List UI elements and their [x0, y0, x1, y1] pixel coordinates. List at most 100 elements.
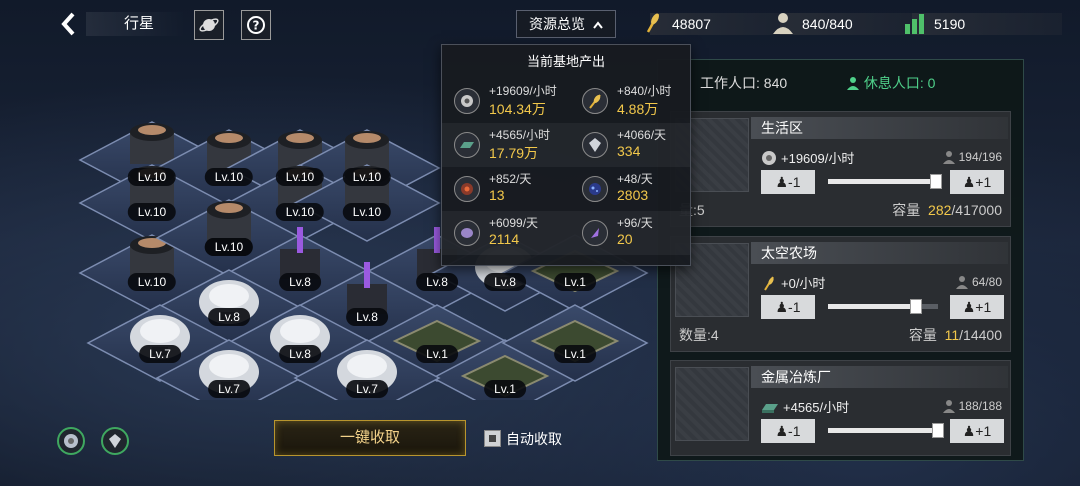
production-total: 13 — [489, 187, 505, 203]
building-level-label: Lv.1 — [484, 380, 526, 398]
worker-plus-icon: ♟ — [962, 174, 976, 190]
remove-worker-button[interactable]: ♟-1 — [761, 295, 815, 319]
planet-button[interactable] — [194, 10, 224, 40]
crystal-icon — [582, 132, 608, 158]
worker-icon — [955, 276, 968, 289]
chevron-up-icon — [593, 21, 603, 29]
building-sprite[interactable] — [130, 123, 174, 164]
add-worker-button[interactable]: ♟+1 — [950, 170, 1004, 194]
back-button[interactable] — [56, 10, 80, 38]
resource-overview-button[interactable]: 资源总览 — [516, 10, 616, 38]
facility-output: +4565/小时 — [761, 397, 849, 416]
page-title: 行星 — [86, 12, 186, 36]
worker-plus-icon: ♟ — [962, 423, 976, 439]
building-level-label: Lv.10 — [127, 168, 177, 186]
auto-collect-checkbox[interactable] — [484, 430, 501, 447]
minus-label: -1 — [788, 299, 801, 315]
worker-slider-thumb[interactable] — [932, 423, 944, 438]
building-level-label: Lv.10 — [127, 273, 177, 291]
top-bar: 行星 ? 资源总览 48807 840/840 5190 — [0, 0, 1080, 48]
building-level-label: Lv.10 — [275, 168, 325, 186]
chevron-left-icon — [61, 12, 75, 36]
add-worker-button[interactable]: ♟+1 — [950, 419, 1004, 443]
energy-value: 48807 — [672, 16, 711, 32]
capacity-max: /14400 — [959, 327, 1002, 343]
planet-icon — [199, 18, 219, 32]
building-level-label: Lv.7 — [139, 345, 181, 363]
metal-ore-icon — [64, 434, 78, 448]
production-rate: +4565/小时 — [489, 128, 551, 142]
building-level-label: Lv.10 — [342, 168, 392, 186]
worker-slider[interactable] — [828, 423, 944, 438]
production-total: 17.79万 — [489, 145, 539, 161]
production-rate: +840/小时 — [617, 84, 672, 98]
production-rate: +48/天 — [617, 172, 653, 186]
plus-label: +1 — [975, 299, 992, 315]
minus-label: -1 — [788, 174, 801, 190]
facility-card-living[interactable]: 生活区 +19609/小时 194/196 ♟-1 ♟+1 量:5 容量 282… — [670, 111, 1011, 227]
facility-name: 金属冶炼厂 — [751, 366, 1008, 388]
wheat-icon — [582, 88, 608, 114]
production-item: +96/天 20 — [570, 211, 694, 255]
boost-ore-button[interactable] — [57, 427, 85, 455]
capacity-current: 11 — [944, 327, 960, 343]
building-level-label: Lv.10 — [204, 168, 254, 186]
plus-label: +1 — [975, 174, 992, 190]
production-total: 2114 — [489, 231, 520, 247]
add-worker-button[interactable]: ♟+1 — [950, 295, 1004, 319]
facility-name: 太空农场 — [751, 242, 1008, 264]
resting-population: 休息人口: 0 — [846, 73, 935, 93]
worker-icon — [942, 400, 955, 413]
worker-slider-thumb[interactable] — [929, 174, 942, 189]
building-level-label: Lv.7 — [208, 380, 250, 398]
metal-ore-icon — [762, 150, 776, 165]
production-total: 104.34万 — [489, 101, 546, 117]
remove-worker-button[interactable]: ♟-1 — [761, 170, 815, 194]
question-icon: ? — [247, 16, 265, 34]
production-item: +840/小时 4.88万 — [570, 79, 694, 123]
wheat-icon — [646, 13, 660, 33]
collect-all-button[interactable]: 一键收取 — [274, 420, 466, 456]
wheat-icon — [764, 275, 774, 291]
bar-chart-icon — [905, 14, 924, 34]
alloy-ingot-icon — [762, 403, 778, 413]
facility-workers: 194/196 — [942, 150, 1002, 164]
building-level-label: Lv.8 — [416, 273, 458, 291]
building-sprite[interactable] — [207, 201, 251, 242]
building-level-label: Lv.8 — [346, 308, 388, 326]
worker-slider-fill — [828, 179, 936, 184]
building-level-label: Lv.8 — [279, 273, 321, 291]
alloy-ingot-icon — [454, 132, 480, 158]
resting-population-text: 休息人口: 0 — [863, 75, 936, 91]
remove-worker-button[interactable]: ♟-1 — [761, 419, 815, 443]
production-row: +19609/小时 104.34万 +840/小时 4.88万 — [442, 79, 690, 123]
facility-card-farm[interactable]: 太空农场 +0/小时 64/80 ♟-1 ♟+1 数量:4 容量 11/1440… — [670, 236, 1011, 352]
production-item: +6099/天 2114 — [442, 211, 566, 255]
building-level-label: Lv.8 — [484, 273, 526, 291]
production-total: 20 — [617, 231, 633, 247]
building-level-label: Lv.8 — [279, 345, 321, 363]
production-total: 4.88万 — [617, 101, 659, 117]
production-rate: +19609/小时 — [489, 84, 557, 98]
facility-workers: 188/188 — [942, 399, 1002, 413]
worker-slider[interactable] — [828, 299, 938, 314]
help-button[interactable]: ? — [241, 10, 271, 40]
facility-capacity: 容量 282/417000 — [892, 200, 1002, 220]
production-popup-title: 当前基地产出 — [526, 54, 605, 69]
worker-slider[interactable] — [828, 174, 942, 189]
worker-slider-thumb[interactable] — [910, 299, 922, 314]
working-population: 工作人口: 840 — [700, 75, 788, 91]
shard-icon — [582, 220, 608, 246]
facility-card-smelter[interactable]: 金属冶炼厂 +4565/小时 188/188 ♟-1 ♟+1 — [670, 360, 1011, 456]
worker-plus-icon: ♟ — [962, 299, 976, 315]
boost-crystal-button[interactable] — [101, 427, 129, 455]
building-level-label: Lv.10 — [342, 203, 392, 221]
facility-count: 数量:4 — [679, 327, 719, 343]
production-rate: +4066/天 — [617, 128, 667, 142]
minus-label: -1 — [788, 423, 801, 439]
production-rate: +852/天 — [489, 172, 532, 186]
facility-workers: 64/80 — [955, 275, 1002, 289]
capacity-current: 282 — [928, 202, 952, 218]
production-row: +6099/天 2114 +96/天 20 — [442, 211, 690, 255]
facility-output: +19609/小时 — [761, 148, 854, 167]
